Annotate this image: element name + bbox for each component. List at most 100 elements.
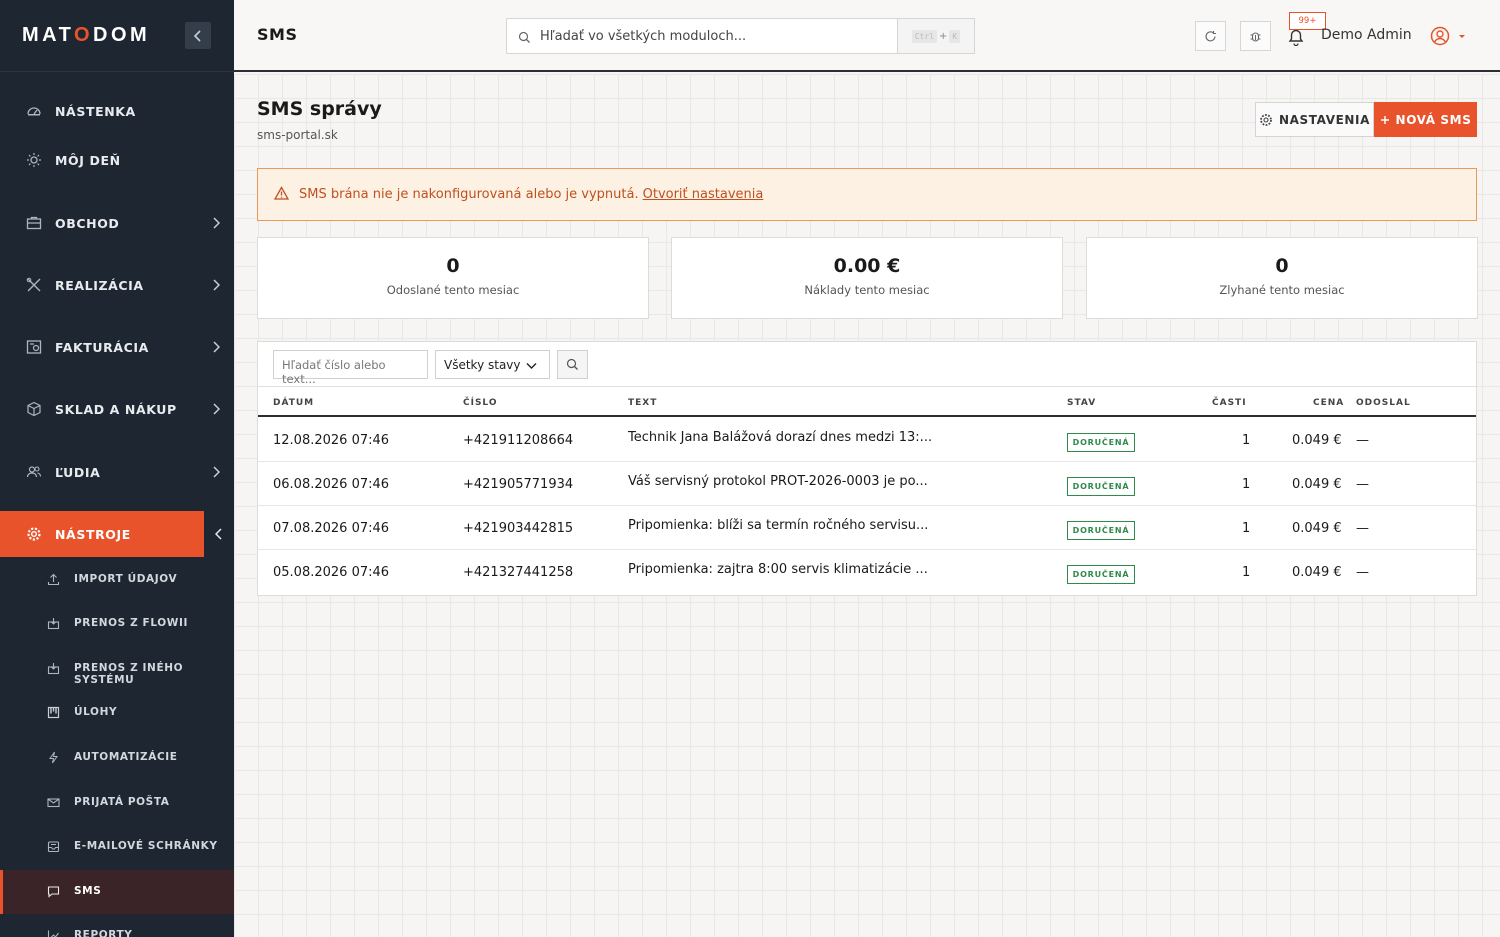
top-header: SMS Hľadať vo všetkých moduloch... Ctrl …	[234, 0, 1500, 72]
stat-card-costs: 0.00 € Náklady tento mesiac	[671, 237, 1063, 319]
app-logo[interactable]: MATODOM	[22, 24, 150, 47]
table-row[interactable]: 06.08.2026 07:46 +421905771934 Váš servi…	[258, 462, 1476, 506]
sidebar-item-label: NÁSTENKA	[55, 103, 136, 119]
status-filter-value: Všetky stavy	[444, 358, 521, 372]
invoice-icon	[26, 339, 42, 355]
sidebar-subitem-label: PRIJATÁ POŠTA	[74, 796, 170, 808]
cell-sender: —	[1356, 521, 1369, 536]
cell-number: +421903442815	[463, 521, 574, 536]
sidebar-subitem-e-mailove-schranky[interactable]: E-MAILOVÉ SCHRÁNKY	[0, 825, 234, 869]
sidebar-item-nastroje[interactable]: NÁSTROJE	[0, 511, 234, 557]
sidebar-item-label: ĽUDIA	[55, 464, 101, 480]
table-row[interactable]: 05.08.2026 07:46 +421327441258 Pripomien…	[258, 550, 1476, 594]
cell-price: 0.049 €	[1292, 565, 1342, 580]
sidebar-item-nastenka[interactable]: NÁSTENKA	[0, 88, 234, 134]
main-content: SMS správy sms-portal.sk NASTAVENIA NOVÁ…	[234, 74, 1500, 937]
cell-number: +421905771934	[463, 477, 574, 492]
sidebar-item-label: REALIZÁCIA	[55, 277, 144, 293]
sidebar-subitem-prijata-posta[interactable]: PRIJATÁ POŠTA	[0, 781, 234, 825]
status-badge: DORUČENÁ	[1067, 477, 1135, 496]
status-filter-select[interactable]: Všetky stavy	[435, 350, 550, 379]
stat-caption: Odoslané tento mesiac	[386, 283, 520, 297]
keyboard-shortcut-hint: Ctrl + K	[897, 19, 974, 53]
table-row[interactable]: 07.08.2026 07:46 +421903442815 Pripomien…	[258, 506, 1476, 550]
open-settings-link[interactable]: Otvoriť nastavenia	[643, 187, 764, 202]
column-header-status[interactable]: STAV	[1067, 398, 1096, 408]
column-header-sender[interactable]: ODOSLAL	[1356, 398, 1411, 408]
filter-search-button[interactable]	[557, 350, 588, 379]
users-icon	[26, 464, 42, 480]
cell-text: Pripomienka: blíži sa termín ročného ser…	[628, 518, 929, 533]
collapse-sidebar-button[interactable]	[185, 22, 211, 49]
user-avatar-icon[interactable]	[1430, 26, 1470, 50]
sidebar-item-label: FAKTURÁCIA	[55, 339, 149, 355]
stat-caption: Zlyhané tento mesiac	[1219, 283, 1345, 297]
transfer-icon	[46, 616, 60, 630]
sidebar-subitem-ulohy[interactable]: ÚLOHY	[0, 691, 234, 735]
sun-icon	[26, 152, 42, 168]
page-subtitle: sms-portal.sk	[257, 128, 338, 142]
new-sms-button[interactable]: NOVÁ SMS	[1374, 102, 1477, 137]
sidebar-subitem-import-udajov[interactable]: IMPORT ÚDAJOV	[0, 558, 234, 602]
cell-parts: 1	[1242, 433, 1251, 448]
cell-text: Váš servisný protokol PROT-2026-0003 je …	[628, 474, 928, 489]
sidebar-item-sklad-a-nakup[interactable]: SKLAD A NÁKUP	[0, 386, 234, 432]
inbox-icon	[46, 839, 60, 853]
debug-button[interactable]	[1240, 21, 1271, 51]
chevron-right-icon	[212, 214, 221, 233]
chevron-down-icon	[526, 359, 537, 373]
search-input[interactable]: Hľadať vo všetkých moduloch...	[540, 29, 746, 44]
table-row[interactable]: 12.08.2026 07:46 +421911208664 Technik J…	[258, 418, 1476, 462]
kbd-plus: +	[939, 30, 948, 42]
sidebar-subitem-prenos-z-flowii[interactable]: PRENOS Z FLOWII	[0, 602, 234, 646]
chevron-right-icon	[212, 463, 221, 482]
sidebar-subitem-label: ÚLOHY	[74, 706, 118, 718]
sidebar-subitem-label: REPORTY	[74, 929, 133, 937]
gear-icon	[1260, 113, 1272, 126]
lightning-icon	[46, 750, 60, 764]
column-header-parts[interactable]: ČASTI	[1212, 398, 1247, 408]
settings-button-label: NASTAVENIA	[1279, 112, 1370, 127]
column-header-price[interactable]: CENA	[1313, 398, 1344, 408]
stat-value: 0	[446, 255, 460, 277]
sidebar-item-moj-den[interactable]: MÔJ DEŇ	[0, 137, 234, 183]
tools-icon	[26, 277, 42, 293]
sidebar-subitem-reporty[interactable]: REPORTY	[0, 914, 234, 937]
cell-text: Technik Jana Balážová dorazí dnes medzi …	[628, 430, 933, 445]
sidebar-subitem-prenos-z-ineho-systemu[interactable]: PRENOS Z INÉHO SYSTÉMU	[0, 647, 234, 691]
chevron-left-icon	[193, 29, 201, 42]
sidebar-item-obchod[interactable]: OBCHOD	[0, 200, 234, 246]
column-header-number[interactable]: ČÍSLO	[463, 398, 498, 408]
search-icon	[518, 29, 531, 48]
column-header-text[interactable]: TEXT	[628, 398, 657, 408]
chevron-right-icon	[212, 276, 221, 295]
box-icon	[26, 401, 42, 417]
briefcase-icon	[26, 215, 42, 231]
sidebar-item-realizacia[interactable]: REALIZÁCIA	[0, 262, 234, 308]
sidebar-subitem-automatizacie[interactable]: AUTOMATIZÁCIE	[0, 736, 234, 780]
dashboard-icon	[26, 103, 42, 119]
tasks-icon	[46, 705, 60, 719]
page-title: SMS správy	[257, 98, 382, 120]
sidebar-subitem-label: E-MAILOVÉ SCHRÁNKY	[74, 840, 218, 852]
filter-search-input[interactable]: Hľadať číslo alebo text...	[273, 350, 428, 386]
status-badge: DORUČENÁ	[1067, 433, 1135, 452]
column-header-date[interactable]: DÁTUM	[273, 398, 314, 408]
cell-date: 05.08.2026 07:46	[273, 565, 390, 580]
sidebar-subitem-sms[interactable]: SMS	[0, 870, 234, 914]
chat-icon	[46, 884, 60, 898]
chevron-left-icon[interactable]	[201, 511, 234, 557]
user-name[interactable]: Demo Admin	[1321, 27, 1412, 43]
sidebar-item-fakturacia[interactable]: FAKTURÁCIA	[0, 324, 234, 370]
gateway-warning-alert: SMS brána nie je nakonfigurovaná alebo j…	[257, 168, 1477, 221]
table-header: DÁTUM ČÍSLO TEXT STAV ČASTI CENA ODOSLAL	[258, 386, 1476, 417]
status-badge: DORUČENÁ	[1067, 521, 1135, 540]
sidebar-subitem-label: PRENOS Z INÉHO SYSTÉMU	[74, 662, 184, 686]
bell-icon[interactable]	[1287, 27, 1305, 50]
global-search[interactable]: Hľadať vo všetkých moduloch... Ctrl + K	[506, 18, 975, 54]
upload-icon	[46, 572, 60, 586]
settings-button[interactable]: NASTAVENIA	[1255, 102, 1374, 137]
cell-number: +421327441258	[463, 565, 574, 580]
sidebar-item-ludia[interactable]: ĽUDIA	[0, 449, 234, 495]
refresh-button[interactable]	[1195, 21, 1226, 51]
